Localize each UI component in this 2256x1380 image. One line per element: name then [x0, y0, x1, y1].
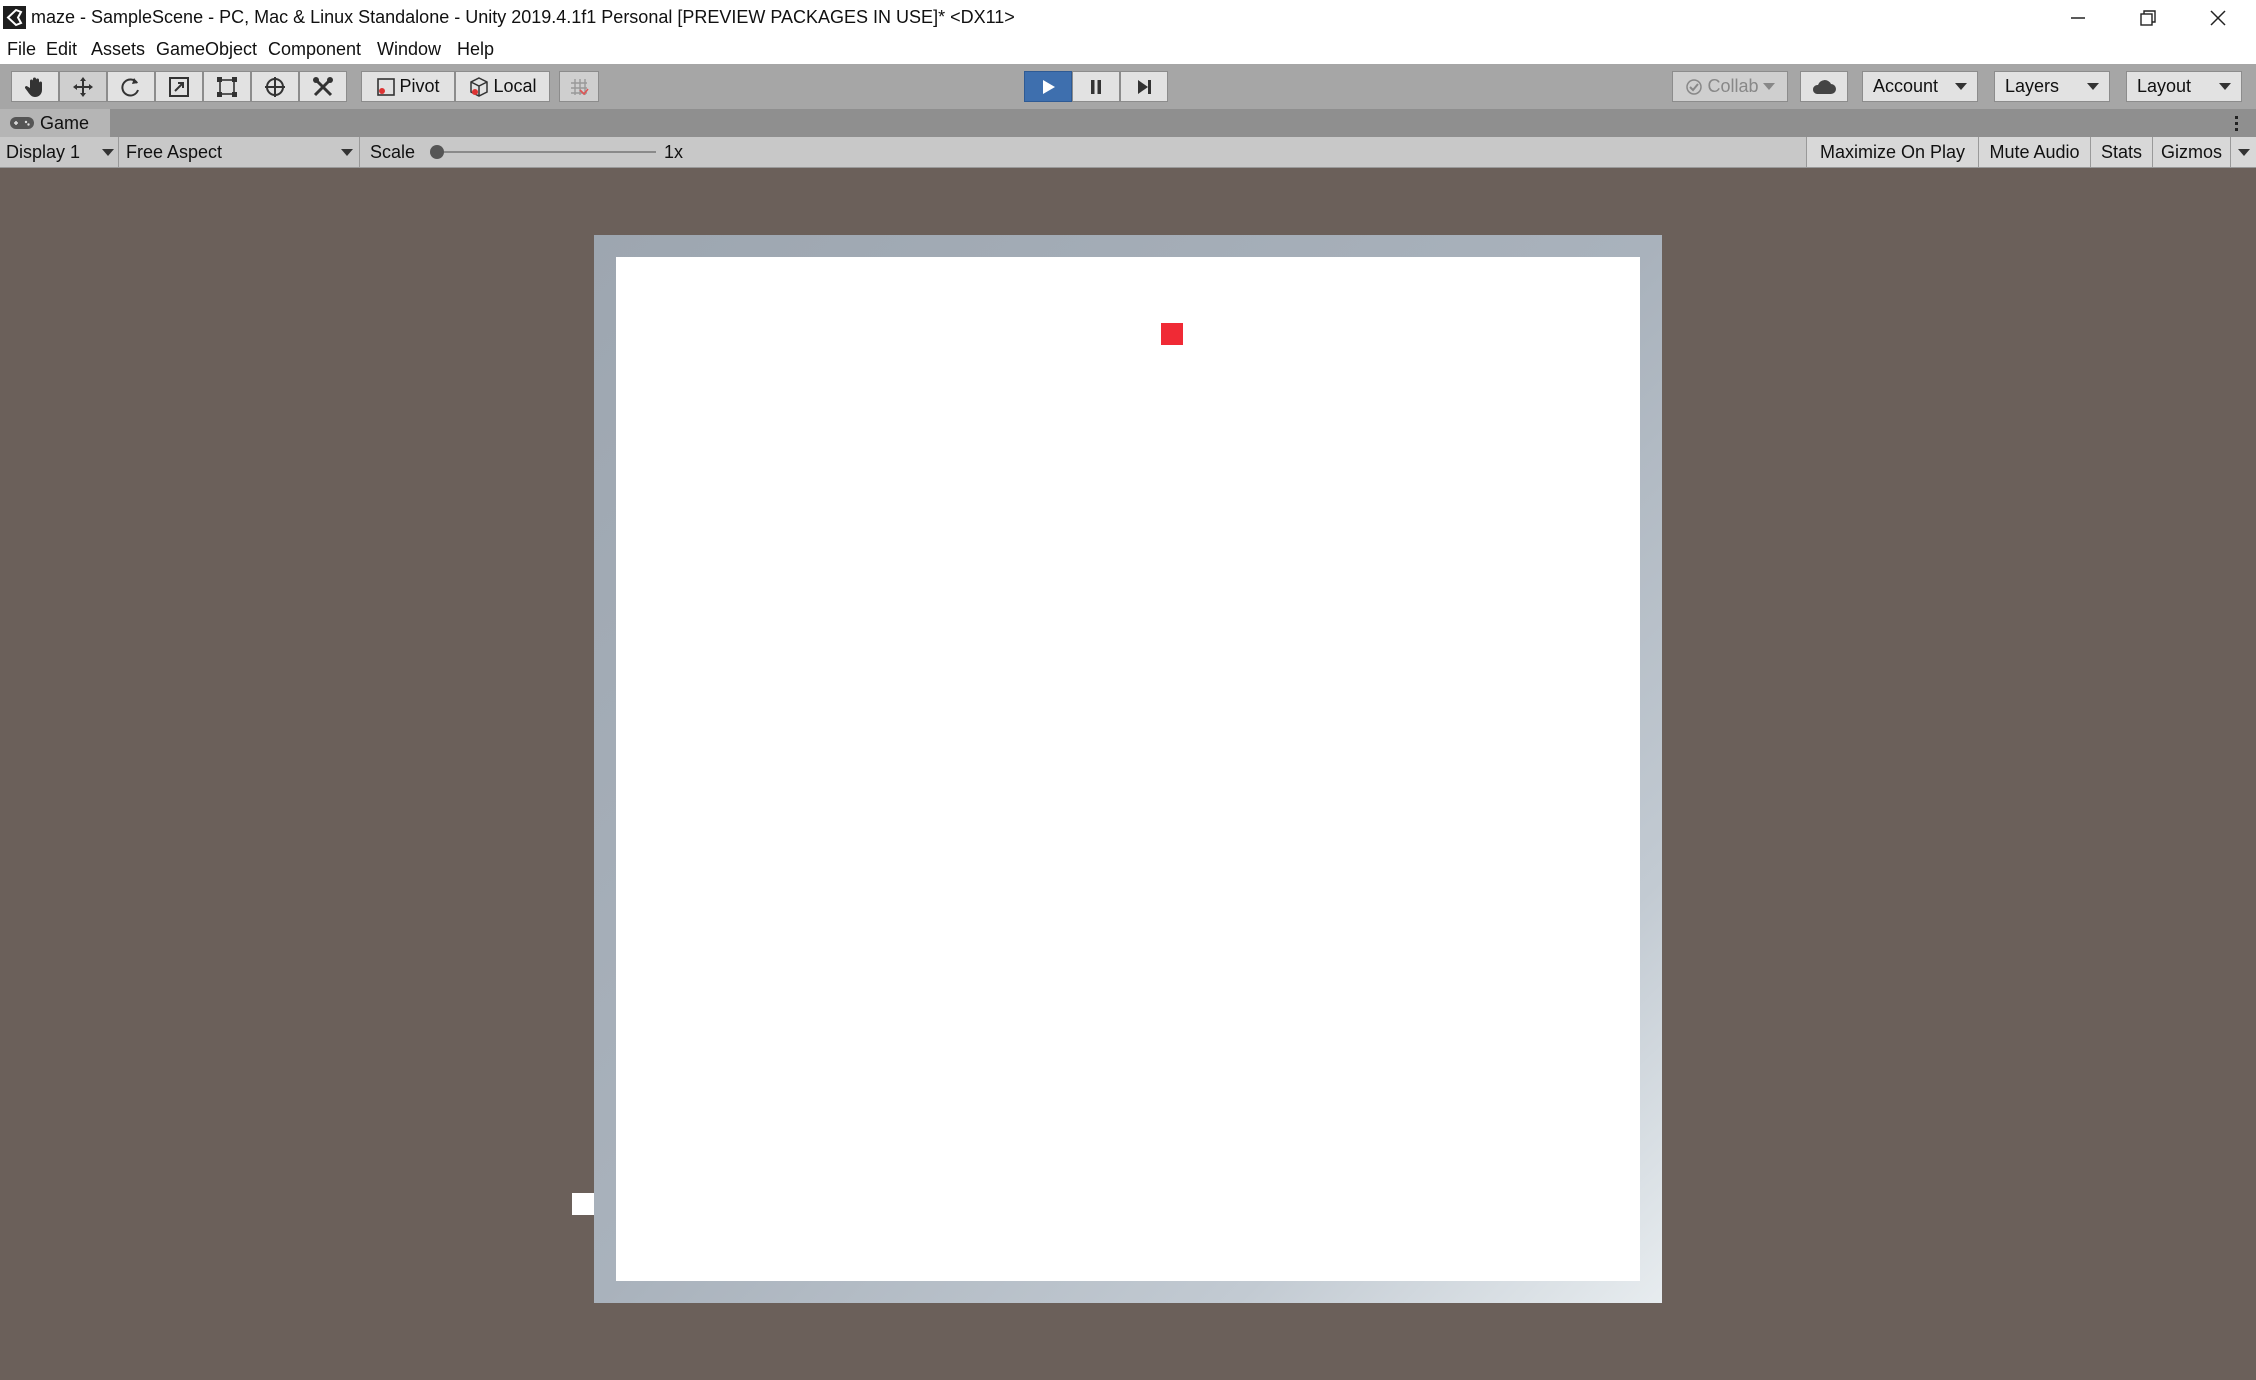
chevron-down-icon	[2219, 83, 2231, 90]
menu-edit[interactable]: Edit	[46, 35, 77, 64]
scale-value: 1x	[664, 142, 684, 162]
play-button[interactable]	[1024, 71, 1072, 102]
cloud-icon	[1812, 79, 1836, 94]
account-label: Account	[1873, 76, 1939, 96]
gizmos-dropdown[interactable]	[2230, 137, 2256, 167]
menu-bar: File Edit Assets GameObject Component Wi…	[0, 35, 2256, 64]
pivot-icon	[377, 77, 396, 96]
move-icon	[73, 76, 93, 97]
pause-icon	[1091, 79, 1101, 94]
hand-tool-button[interactable]	[11, 71, 59, 102]
collab-dropdown[interactable]: Collab	[1672, 71, 1788, 102]
maze-floor	[616, 257, 1640, 1281]
scale-label: Scale	[370, 142, 416, 162]
chevron-down-icon	[2237, 148, 2250, 156]
collab-label: Collab	[1707, 76, 1759, 96]
tab-game[interactable]: Game	[0, 109, 110, 137]
mute-audio-toggle[interactable]: Mute Audio	[1978, 137, 2090, 167]
restore-button[interactable]	[2118, 0, 2178, 35]
pivot-label: Pivot	[399, 76, 440, 96]
menu-file[interactable]: File	[7, 35, 36, 64]
minimize-button[interactable]	[2048, 0, 2108, 35]
transform-tool-button[interactable]	[251, 71, 299, 102]
collab-check-icon	[1686, 78, 1703, 95]
gizmos-toggle[interactable]: Gizmos	[2152, 137, 2230, 167]
close-window-button[interactable]	[2188, 0, 2248, 35]
hand-icon	[24, 77, 42, 97]
tab-row: Game	[0, 109, 2256, 137]
cloud-button[interactable]	[1800, 71, 1848, 102]
custom-tool-button[interactable]	[299, 71, 347, 102]
rotate-tool-button[interactable]	[107, 71, 155, 102]
close-icon	[2210, 9, 2226, 26]
menu-component[interactable]: Component	[268, 35, 361, 64]
game-view-toolbar: Display 1 Free Aspect Scale 1x Maximize …	[0, 137, 2256, 168]
restore-icon	[2140, 9, 2156, 26]
local-label: Local	[493, 76, 537, 96]
rect-tool-button[interactable]	[203, 71, 251, 102]
aspect-label: Free Aspect	[126, 142, 223, 162]
scale-slider-handle[interactable]	[430, 145, 444, 159]
transform-icon	[265, 76, 285, 97]
aspect-dropdown[interactable]: Free Aspect	[119, 137, 359, 167]
local-cube-icon	[470, 76, 489, 97]
scale-slider-track[interactable]	[432, 151, 656, 153]
scale-icon	[169, 76, 189, 97]
layout-label: Layout	[2137, 76, 2192, 96]
tools-icon	[313, 76, 333, 96]
maze-border	[594, 235, 1662, 1303]
account-dropdown[interactable]: Account	[1862, 71, 1978, 102]
menu-assets[interactable]: Assets	[91, 35, 145, 64]
layout-dropdown[interactable]: Layout	[2126, 71, 2242, 102]
stats-toggle[interactable]: Stats	[2090, 137, 2152, 167]
layers-dropdown[interactable]: Layers	[1994, 71, 2110, 102]
minimize-icon	[2071, 16, 2085, 19]
unity-logo-icon	[3, 6, 26, 29]
step-button[interactable]	[1120, 71, 1168, 102]
maximize-on-play-toggle[interactable]: Maximize On Play	[1806, 137, 1978, 167]
title-bar: maze - SampleScene - PC, Mac & Linux Sta…	[0, 0, 2256, 35]
pause-button[interactable]	[1072, 71, 1120, 102]
snap-button[interactable]	[559, 71, 599, 102]
menu-gameobject[interactable]: GameObject	[156, 35, 257, 64]
display-label: Display 1	[6, 142, 81, 162]
tab-options-menu[interactable]	[2226, 111, 2246, 135]
play-icon	[1043, 79, 1055, 94]
rect-transform-icon	[217, 76, 237, 97]
chevron-down-icon	[1955, 83, 1967, 90]
chevron-down-icon	[341, 149, 353, 156]
player-block	[572, 1193, 594, 1215]
step-icon	[1138, 79, 1151, 94]
chevron-down-icon	[1762, 83, 1775, 90]
chevron-down-icon	[102, 149, 114, 156]
chevron-down-icon	[2087, 83, 2099, 90]
goal-marker	[1161, 323, 1183, 345]
tab-game-label: Game	[40, 112, 90, 133]
grid-snap-icon	[571, 78, 589, 95]
menu-help[interactable]: Help	[457, 35, 494, 64]
local-toggle-button[interactable]: Local	[455, 71, 550, 102]
main-toolbar: Pivot Local Collab Account Layers Layout	[0, 64, 2256, 109]
kebab-menu-icon	[2234, 115, 2238, 119]
rotate-icon	[121, 77, 139, 96]
pivot-toggle-button[interactable]: Pivot	[361, 71, 455, 102]
menu-window[interactable]: Window	[377, 35, 441, 64]
move-tool-button[interactable]	[59, 71, 107, 102]
display-dropdown[interactable]: Display 1	[0, 137, 118, 167]
scale-tool-button[interactable]	[155, 71, 203, 102]
layers-label: Layers	[2005, 76, 2060, 96]
window-title: maze - SampleScene - PC, Mac & Linux Sta…	[31, 7, 1015, 27]
gamepad-icon	[10, 117, 34, 129]
